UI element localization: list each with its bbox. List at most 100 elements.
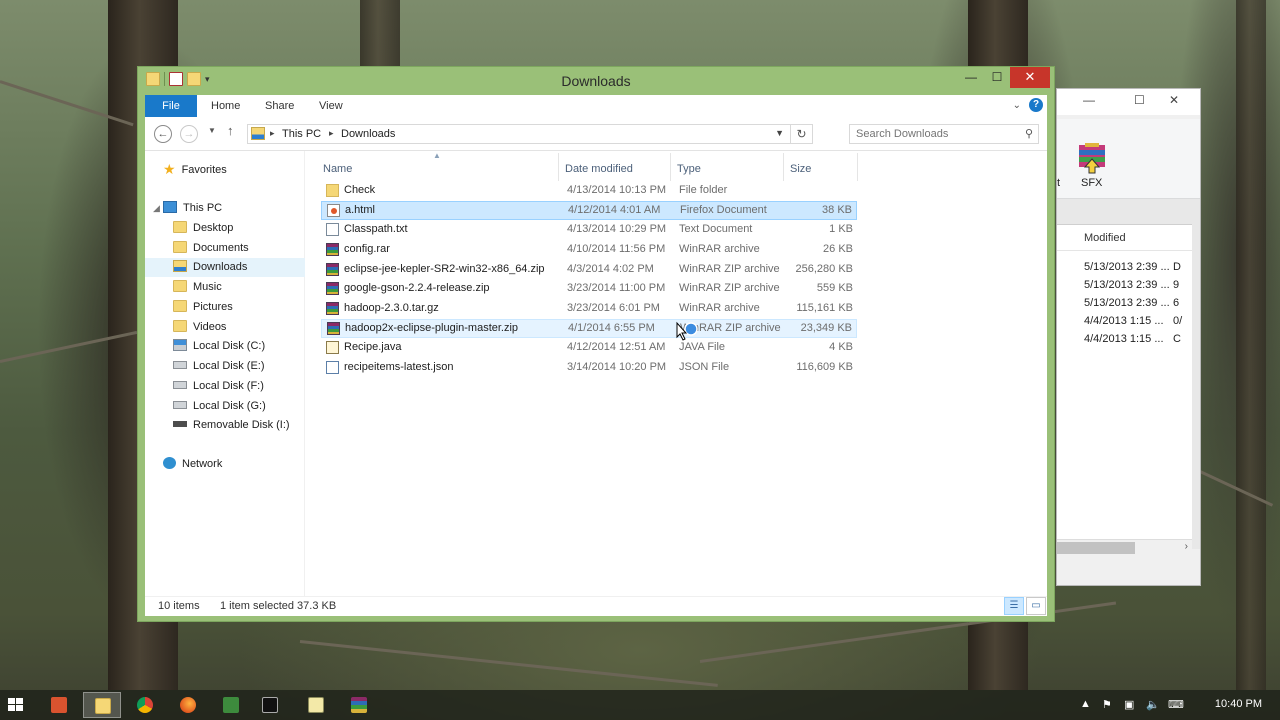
nav-removable-disk-i[interactable]: Removable Disk (I:)	[173, 416, 290, 435]
list-item[interactable]: 5/13/2013 2:39 ... 9	[1057, 279, 1192, 297]
breadcrumb-this-pc[interactable]: This PC	[282, 128, 321, 140]
tab-file[interactable]: File	[145, 95, 197, 117]
column-divider[interactable]	[670, 153, 671, 181]
file-row[interactable]: hadoop-2.3.0.tar.gz 3/23/2014 6:01 PM Wi…	[321, 299, 857, 318]
nav-label: Local Disk (E:)	[193, 360, 265, 372]
breadcrumb-downloads[interactable]: Downloads	[341, 128, 395, 140]
recent-locations-icon[interactable]: ▼	[208, 126, 216, 135]
column-header-modified[interactable]: Modified	[1057, 225, 1192, 251]
column-divider[interactable]	[783, 153, 784, 181]
search-input[interactable]	[850, 125, 1018, 143]
nav-downloads[interactable]: Downloads	[145, 258, 305, 277]
column-header-name[interactable]: Name	[323, 163, 352, 175]
title-bar[interactable]: ▾ Downloads — ☐ ✕	[138, 67, 1054, 93]
sfx-label[interactable]: SFX	[1081, 177, 1102, 189]
vertical-scrollbar[interactable]	[1192, 199, 1200, 549]
column-header-date[interactable]: Date modified	[565, 163, 633, 175]
winrar-archive-icon	[326, 302, 339, 315]
nav-videos[interactable]: Videos	[173, 318, 226, 337]
file-list[interactable]: ▲ Name Date modified Type Size Check 4/1…	[313, 151, 1047, 596]
nav-local-disk-e[interactable]: Local Disk (E:)	[173, 357, 265, 376]
tab-view[interactable]: View	[319, 95, 343, 117]
network-icon[interactable]: ▣	[1124, 698, 1134, 711]
show-hidden-icons[interactable]: ▲	[1080, 698, 1091, 710]
keyboard-icon[interactable]: ⌨	[1168, 698, 1184, 711]
nav-music[interactable]: Music	[173, 278, 222, 297]
file-row[interactable]: recipeitems-latest.json 3/14/2014 10:20 …	[321, 358, 857, 377]
nav-local-disk-c[interactable]: Local Disk (C:)	[173, 337, 265, 356]
sfx-icon[interactable]	[1075, 141, 1109, 175]
maximize-button[interactable]: ☐	[984, 67, 1010, 88]
taskbar-chrome[interactable]	[126, 692, 164, 718]
tab-share[interactable]: Share	[265, 95, 294, 117]
up-button[interactable]: ↑	[227, 123, 234, 138]
scroll-right-icon[interactable]: ›	[1185, 541, 1188, 552]
navigation-pane[interactable]: ★ Favorites ◢ This PC Desktop Documents Do…	[145, 151, 305, 596]
clock[interactable]: 10:40 PM	[1215, 698, 1262, 710]
nav-pictures[interactable]: Pictures	[173, 298, 233, 317]
list-item[interactable]: 4/4/2013 1:15 ... C	[1057, 333, 1192, 351]
taskbar-winrar[interactable]	[340, 692, 378, 718]
file-row[interactable]: Check 4/13/2014 10:13 PM File folder	[321, 181, 857, 200]
file-row[interactable]: Recipe.java 4/12/2014 12:51 AM JAVA File…	[321, 338, 857, 357]
close-button[interactable]: ✕	[1010, 67, 1050, 88]
nav-desktop[interactable]: Desktop	[173, 219, 233, 238]
winrar-window[interactable]: — ☐ ✕ SFX t Modified 5/13/2013 2:39 ... D…	[1056, 88, 1201, 586]
action-center-icon[interactable]: ⚑	[1102, 698, 1112, 711]
nav-network[interactable]: Network	[163, 455, 222, 474]
taskbar-spreadsheet[interactable]	[212, 692, 250, 718]
horizontal-scrollbar[interactable]: ›	[1057, 539, 1192, 555]
expand-icon[interactable]: ◢	[153, 199, 160, 218]
nav-local-disk-g[interactable]: Local Disk (G:)	[173, 397, 266, 416]
file-row[interactable]: config.rar 4/10/2014 11:56 PM WinRAR arc…	[321, 240, 857, 259]
taskbar-command-prompt[interactable]	[251, 692, 289, 718]
address-dropdown-icon[interactable]: ▼	[775, 128, 784, 138]
column-divider[interactable]	[857, 153, 858, 181]
file-name: hadoop2x-eclipse-plugin-master.zip	[345, 322, 519, 334]
tab-home[interactable]: Home	[211, 95, 240, 117]
file-row-hover[interactable]: hadoop2x-eclipse-plugin-master.zip 4/1/2…	[321, 319, 857, 338]
file-row[interactable]: eclipse-jee-kepler-SR2-win32-x86_64.zip …	[321, 260, 857, 279]
search-box[interactable]: ⚲	[849, 124, 1039, 144]
expand-ribbon-icon[interactable]: ⌄	[1013, 100, 1021, 111]
volume-icon[interactable]: 🔈	[1146, 698, 1160, 711]
nav-favorites[interactable]: ★ Favorites	[163, 160, 227, 179]
search-icon[interactable]: ⚲	[1025, 127, 1033, 140]
close-button[interactable]: ✕	[1169, 93, 1179, 107]
minimize-button[interactable]: —	[1083, 93, 1095, 107]
minimize-button[interactable]: —	[958, 67, 984, 88]
maximize-button[interactable]: ☐	[1134, 93, 1145, 107]
file-row-selected[interactable]: a.html 4/12/2014 4:01 AM Firefox Documen…	[321, 201, 857, 220]
file-explorer-window[interactable]: ▾ Downloads — ☐ ✕ File Home Share View ⌄…	[137, 66, 1055, 622]
taskbar-file-explorer[interactable]	[83, 692, 121, 718]
address-bar[interactable]: ▸ This PC ▸ Downloads ▼ ↻	[247, 124, 813, 144]
list-item[interactable]: 5/13/2013 2:39 ... D	[1057, 261, 1192, 279]
chevron-right-icon[interactable]: ▸	[329, 128, 334, 139]
large-icons-view-icon[interactable]: ▭	[1026, 597, 1046, 615]
column-header-size[interactable]: Size	[790, 163, 811, 175]
scrollbar-thumb[interactable]	[1057, 542, 1135, 554]
file-row[interactable]: google-gson-2.2.4-release.zip 3/23/2014 …	[321, 279, 857, 298]
taskbar-firefox[interactable]	[169, 692, 207, 718]
column-divider[interactable]	[558, 153, 559, 181]
details-view-icon[interactable]: ☰	[1004, 597, 1024, 615]
refresh-button[interactable]: ↻	[790, 125, 812, 143]
start-button[interactable]	[8, 698, 24, 712]
taskbar-app-icon[interactable]	[40, 692, 78, 718]
winrar-title-bar[interactable]: — ☐ ✕	[1057, 89, 1200, 115]
row-date: 4/4/2013 1:15 ...	[1084, 333, 1164, 345]
nav-this-pc[interactable]: ◢ This PC	[153, 199, 222, 218]
nav-documents[interactable]: Documents	[173, 239, 249, 258]
help-icon[interactable]: ?	[1029, 98, 1043, 112]
list-item[interactable]: 5/13/2013 2:39 ... 6	[1057, 297, 1192, 315]
forward-button[interactable]: →	[180, 125, 198, 143]
winrar-file-list[interactable]: Modified 5/13/2013 2:39 ... D 5/13/2013 2…	[1057, 225, 1192, 545]
nav-local-disk-f[interactable]: Local Disk (F:)	[173, 377, 264, 396]
taskbar-notepad[interactable]	[297, 692, 335, 718]
back-button[interactable]: ←	[154, 125, 172, 143]
list-item[interactable]: 4/4/2013 1:15 ... 0/	[1057, 315, 1192, 333]
chevron-right-icon[interactable]: ▸	[270, 128, 275, 139]
selection-info: 1 item selected 37.3 KB	[220, 600, 337, 612]
file-row[interactable]: Classpath.txt 4/13/2014 10:29 PM Text Do…	[321, 220, 857, 239]
column-header-type[interactable]: Type	[677, 163, 701, 175]
